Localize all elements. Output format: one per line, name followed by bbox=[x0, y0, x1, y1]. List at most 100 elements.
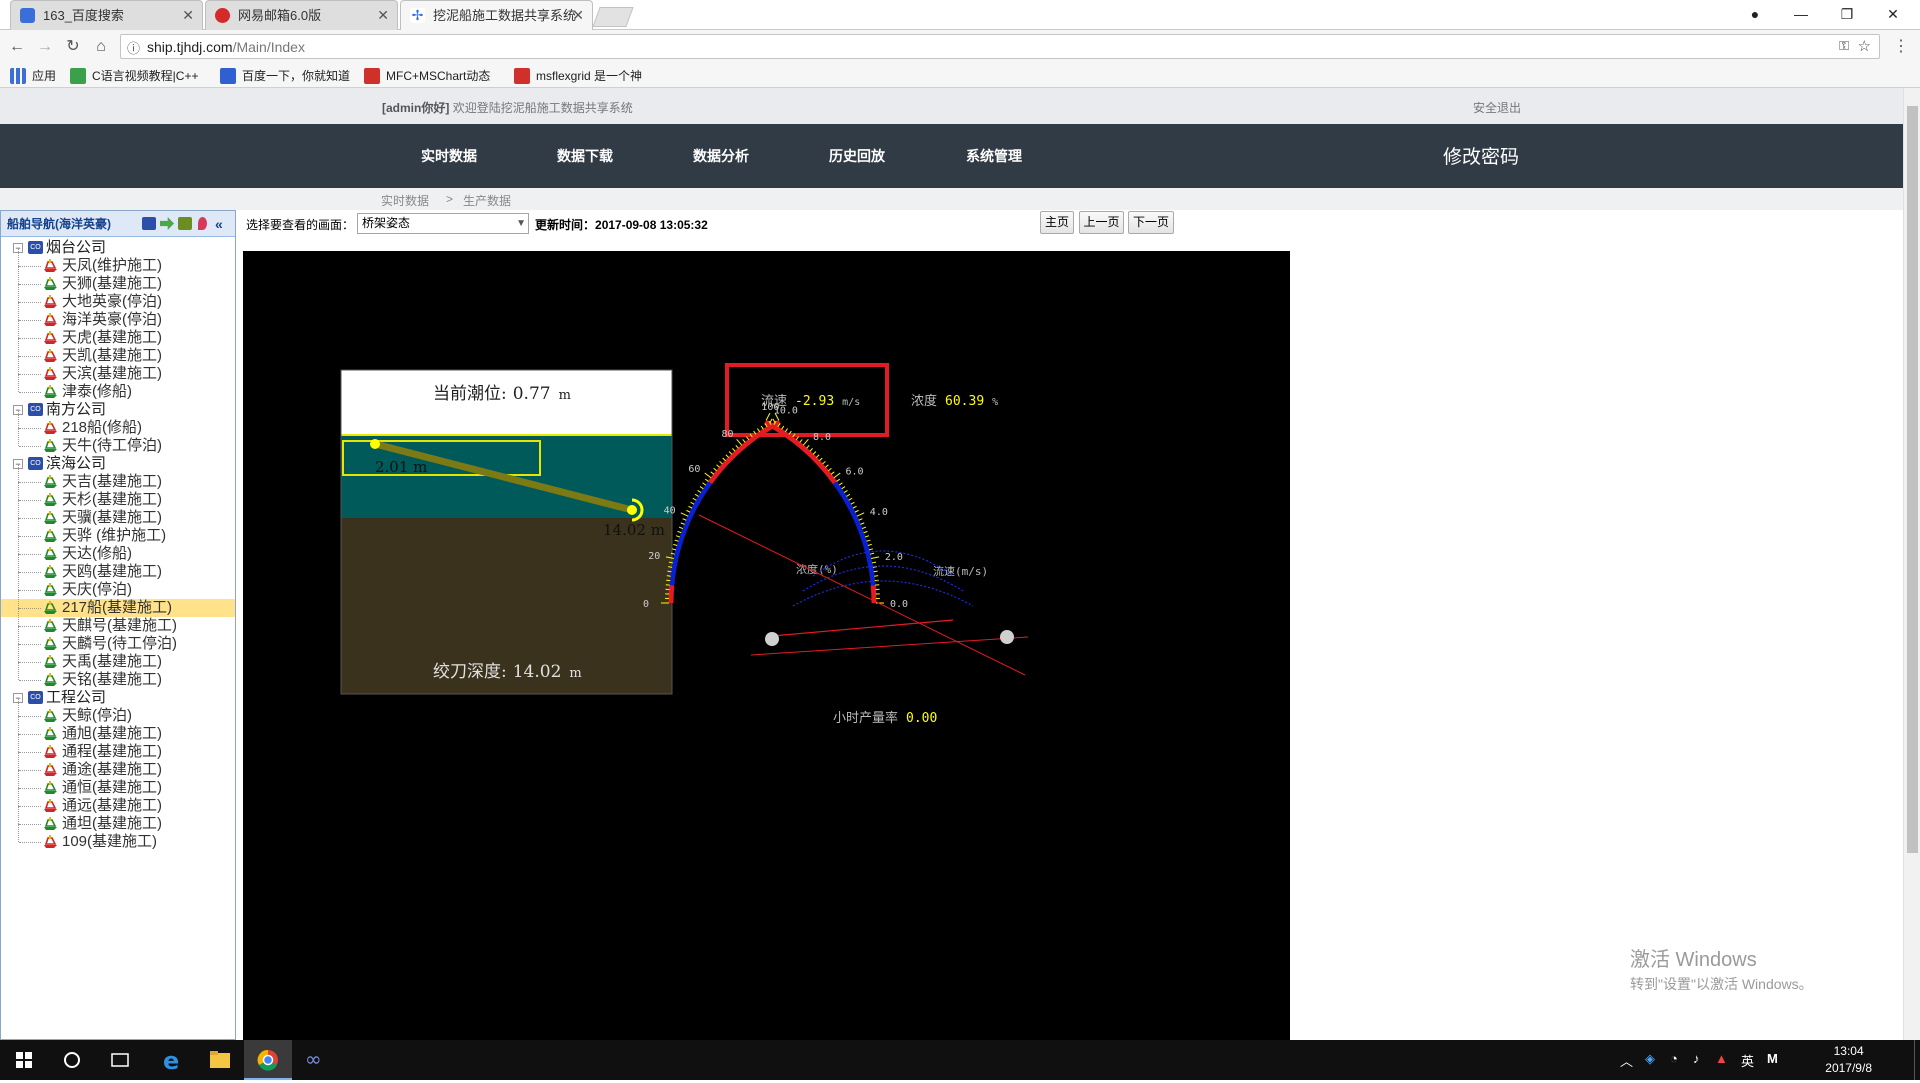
maximize-button[interactable]: ❐ bbox=[1824, 0, 1870, 30]
tree-item[interactable]: 海洋英豪(停泊) bbox=[1, 311, 235, 329]
ship-label: 天凯(基建施工) bbox=[62, 347, 162, 365]
edge-browser-icon[interactable]: e bbox=[148, 1040, 196, 1080]
tree-item[interactable]: 天杉(基建施工) bbox=[1, 491, 235, 509]
tree-item[interactable]: 大地英豪(停泊) bbox=[1, 293, 235, 311]
tree-group[interactable]: −CO工程公司 bbox=[1, 689, 235, 707]
tree-item[interactable]: 109(基建施工) bbox=[1, 833, 235, 851]
change-password-link[interactable]: 修改密码 bbox=[1443, 142, 1519, 169]
tree-item[interactable]: 通途(基建施工) bbox=[1, 761, 235, 779]
tree-item[interactable]: 天凯(基建施工) bbox=[1, 347, 235, 365]
tree-item[interactable]: 天吉(基建施工) bbox=[1, 473, 235, 491]
tree-item[interactable]: 天禹(基建施工) bbox=[1, 653, 235, 671]
collapse-icon[interactable]: « bbox=[215, 211, 223, 237]
show-desktop-button[interactable] bbox=[1914, 1040, 1920, 1080]
forward-button[interactable]: → bbox=[34, 36, 56, 58]
page-scrollbar[interactable] bbox=[1903, 88, 1920, 1040]
company-icon: CO bbox=[28, 691, 43, 704]
url-bar[interactable]: ⓘ ship.tjhdj.com/Main/Index ⚿ ☆ bbox=[120, 34, 1880, 59]
shield-icon[interactable]: ◈ bbox=[1645, 1051, 1655, 1067]
density-tick bbox=[672, 549, 676, 550]
tree-item[interactable]: 通旭(基建施工) bbox=[1, 725, 235, 743]
browser-tab-baidu[interactable]: 163_百度搜索 ✕ bbox=[10, 0, 203, 30]
tree-item[interactable]: 天麒号(基建施工) bbox=[1, 617, 235, 635]
pro-icon[interactable] bbox=[178, 217, 192, 230]
company-icon[interactable] bbox=[142, 217, 156, 230]
close-window-button[interactable]: ✕ bbox=[1870, 0, 1916, 30]
tree-item[interactable]: 天鲸(停泊) bbox=[1, 707, 235, 725]
tree-item[interactable]: 天牛(待工停泊) bbox=[1, 437, 235, 455]
volume-icon[interactable]: ♪ bbox=[1693, 1051, 1700, 1066]
chrome-icon[interactable] bbox=[244, 1040, 292, 1080]
nav-data-download[interactable]: 数据下载 bbox=[557, 146, 613, 166]
tree-item[interactable]: 通程(基建施工) bbox=[1, 743, 235, 761]
tree-item[interactable]: 天达(修船) bbox=[1, 545, 235, 563]
task-view-icon[interactable] bbox=[96, 1040, 144, 1080]
bookmark-baidu[interactable]: 百度一下，你就知道 bbox=[220, 67, 350, 85]
tree-group[interactable]: −CO南方公司 bbox=[1, 401, 235, 419]
ship-status-icon bbox=[43, 385, 58, 399]
back-button[interactable]: ← bbox=[6, 36, 28, 58]
bookmark-mfc[interactable]: MFC+MSChart动态 bbox=[364, 67, 490, 85]
tree-item[interactable]: 通远(基建施工) bbox=[1, 797, 235, 815]
menu-icon[interactable]: ⋮ bbox=[1890, 36, 1912, 58]
tree-item[interactable]: 218船(修船) bbox=[1, 419, 235, 437]
bookmark-apps[interactable]: 应用 bbox=[10, 67, 56, 85]
nav-realtime-data[interactable]: 实时数据 bbox=[421, 146, 477, 166]
tree-item[interactable]: 通坦(基建施工) bbox=[1, 815, 235, 833]
tree-item[interactable]: 通恒(基建施工) bbox=[1, 779, 235, 797]
location-pin-icon[interactable] bbox=[198, 217, 207, 230]
next-page-button[interactable]: 下一页 bbox=[1128, 211, 1174, 234]
system-clock[interactable]: 13:042017/9/8 bbox=[1825, 1043, 1872, 1077]
profile-icon[interactable]: ● bbox=[1732, 0, 1778, 30]
tree-group[interactable]: −CO烟台公司 bbox=[1, 239, 235, 257]
ship-label: 217船(基建施工) bbox=[62, 599, 172, 617]
close-icon[interactable]: ✕ bbox=[377, 1, 389, 30]
info-icon[interactable]: ⓘ bbox=[127, 38, 140, 57]
tree-group[interactable]: −CO滨海公司 bbox=[1, 455, 235, 473]
tree-item[interactable]: 天凤(维护施工) bbox=[1, 257, 235, 275]
windows-start-icon[interactable] bbox=[0, 1040, 48, 1080]
tree-item[interactable]: 天狮(基建施工) bbox=[1, 275, 235, 293]
tree-item[interactable]: 天庆(停泊) bbox=[1, 581, 235, 599]
logout-link[interactable]: 安全退出 bbox=[1473, 99, 1521, 116]
bookmark-msflexgrid[interactable]: msflexgrid 是一个神 bbox=[514, 67, 642, 85]
tree-item[interactable]: 津泰(修船) bbox=[1, 383, 235, 401]
scrollbar-thumb[interactable] bbox=[1907, 106, 1918, 853]
tree-item[interactable]: 217船(基建施工) bbox=[1, 599, 235, 617]
close-icon[interactable]: ✕ bbox=[182, 1, 194, 30]
browser-tab-mail[interactable]: 网易邮箱6.0版 ✕ bbox=[205, 0, 398, 30]
tree-item[interactable]: 天滨(基建施工) bbox=[1, 365, 235, 383]
tree-item[interactable]: 天鸥(基建施工) bbox=[1, 563, 235, 581]
tree-item[interactable]: 天麟号(待工停泊) bbox=[1, 635, 235, 653]
tree-item[interactable]: 天骥(基建施工) bbox=[1, 509, 235, 527]
app-tray-icon[interactable]: ▲ bbox=[1715, 1051, 1728, 1066]
tree-item[interactable]: 天铭(基建施工) bbox=[1, 671, 235, 689]
new-tab-button[interactable] bbox=[592, 7, 633, 27]
browser-tab-active[interactable]: ✢ 挖泥船施工数据共享系统 ✕ bbox=[400, 0, 593, 30]
ime-mode-icon[interactable]: M bbox=[1767, 1051, 1778, 1066]
nav-data-analysis[interactable]: 数据分析 bbox=[693, 146, 749, 166]
network-icon[interactable]: ◔ bbox=[1670, 1051, 1678, 1066]
app-infinity-icon[interactable]: ∞ bbox=[292, 1040, 340, 1080]
breadcrumb-current: 生产数据 bbox=[463, 192, 511, 209]
bookmark-c-tutorial[interactable]: C语言视频教程|C++ bbox=[70, 67, 198, 85]
nav-history-playback[interactable]: 历史回放 bbox=[829, 146, 885, 166]
file-explorer-icon[interactable] bbox=[196, 1040, 244, 1080]
tree-item[interactable]: 天骅 (维护施工) bbox=[1, 527, 235, 545]
prev-page-button[interactable]: 上一页 bbox=[1079, 211, 1124, 234]
home-page-button[interactable]: 主页 bbox=[1040, 211, 1074, 234]
close-icon[interactable]: ✕ bbox=[572, 1, 584, 30]
arrow-right-icon[interactable] bbox=[160, 217, 174, 230]
search-icon[interactable] bbox=[48, 1040, 96, 1080]
nav-system-management[interactable]: 系统管理 bbox=[966, 146, 1022, 166]
breadcrumb-root[interactable]: 实时数据 bbox=[381, 192, 429, 209]
ime-indicator[interactable]: 英 bbox=[1741, 1051, 1754, 1070]
reload-button[interactable]: ↻ bbox=[62, 36, 84, 58]
star-icon[interactable]: ☆ bbox=[1858, 37, 1871, 55]
home-button[interactable]: ⌂ bbox=[90, 36, 112, 58]
key-icon[interactable]: ⚿ bbox=[1839, 38, 1849, 54]
minimize-button[interactable]: — bbox=[1778, 0, 1824, 30]
tray-chevron-icon[interactable]: ︿ bbox=[1620, 1051, 1633, 1070]
screen-select[interactable]: 桥架姿态 ▼ bbox=[357, 213, 529, 234]
tree-item[interactable]: 天虎(基建施工) bbox=[1, 329, 235, 347]
